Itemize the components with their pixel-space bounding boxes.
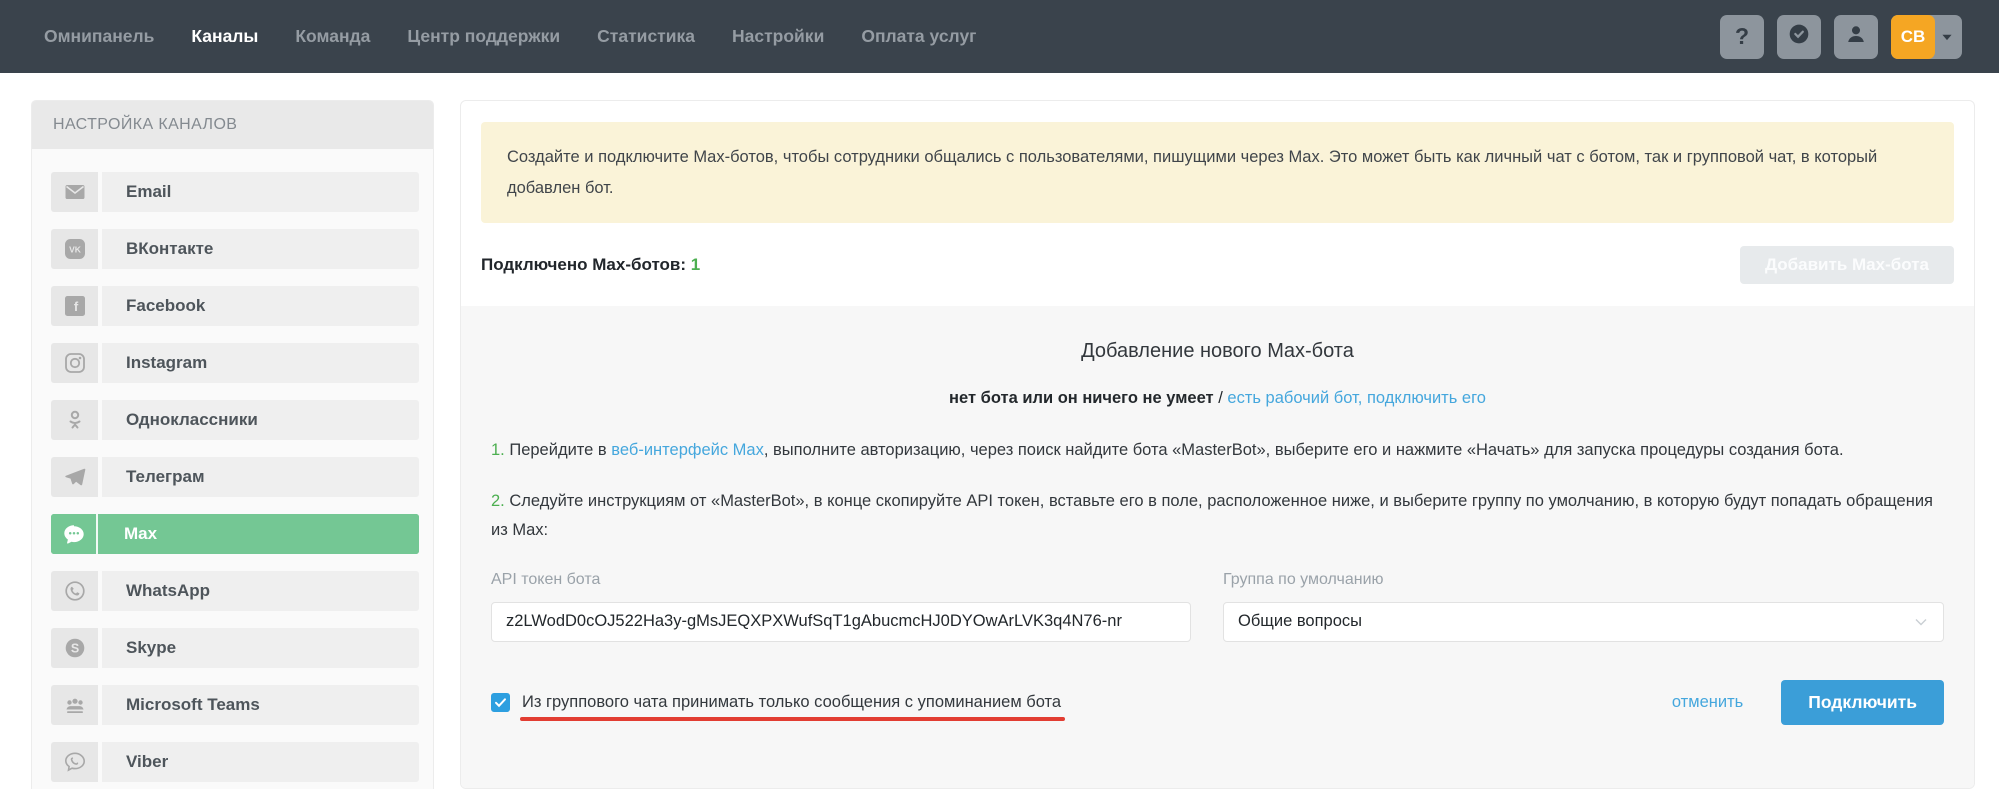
connect-button[interactable]: Подключить: [1781, 680, 1944, 725]
sidebar-item-telegram[interactable]: Телеграм: [51, 457, 419, 497]
instagram-icon: [51, 343, 98, 383]
max-web-interface-link[interactable]: веб-интерфейс Max: [611, 441, 764, 459]
api-token-field-group: API токен бота: [491, 571, 1191, 642]
form-title: Добавление нового Max-бота: [491, 340, 1944, 363]
sidebar-item-label: Телеграм: [102, 457, 419, 497]
api-token-label: API токен бота: [491, 571, 1191, 589]
sidebar-item-label: ВКонтакте: [102, 229, 419, 269]
nav-item-team[interactable]: Команда: [295, 26, 370, 47]
connected-bots-count: 1: [691, 255, 700, 274]
viber-icon: [51, 742, 98, 782]
step-1-instruction: 1. Перейдите в веб-интерфейс Max, выполн…: [491, 436, 1944, 465]
nav-item-omnipanel[interactable]: Омнипанель: [44, 26, 154, 47]
question-icon: ?: [1735, 23, 1749, 50]
default-group-label: Группа по умолчанию: [1223, 571, 1944, 589]
connected-bots-text: Подключено Max-ботов:: [481, 255, 691, 274]
sidebar-item-vkontakte[interactable]: VK ВКонтакте: [51, 229, 419, 269]
checkbox-checked-icon[interactable]: [491, 693, 510, 712]
svg-text:f: f: [73, 299, 78, 314]
chevron-down-icon: [1913, 614, 1929, 630]
top-nav-items: Омнипанель Каналы Команда Центр поддержк…: [44, 26, 976, 47]
mode-new-bot-label: нет бота или он ничего не умеет: [949, 389, 1214, 407]
sidebar-item-label: Skype: [102, 628, 419, 668]
default-group-field-group: Группа по умолчанию Общие вопросы: [1223, 571, 1944, 642]
sidebar-header: НАСТРОЙКА КАНАЛОВ: [32, 101, 433, 149]
nav-item-billing[interactable]: Оплата услуг: [861, 26, 976, 47]
sidebar-item-max[interactable]: Max: [51, 514, 419, 554]
profile-button[interactable]: [1834, 15, 1878, 59]
top-nav: Омнипанель Каналы Команда Центр поддержк…: [0, 0, 1999, 73]
channels-sidebar: НАСТРОЙКА КАНАЛОВ Email VK ВКонтакте f F…: [31, 100, 434, 789]
step-2-instruction: 2. Следуйте инструкциям от «MasterBot», …: [491, 487, 1944, 545]
facebook-icon: f: [51, 286, 98, 326]
default-group-select[interactable]: Общие вопросы: [1223, 602, 1944, 642]
step-1-number: 1.: [491, 441, 505, 459]
account-menu-button[interactable]: CB: [1891, 15, 1962, 59]
mode-separator: /: [1214, 389, 1228, 407]
sidebar-item-label: Microsoft Teams: [102, 685, 419, 725]
sidebar-item-label: WhatsApp: [102, 571, 419, 611]
form-actions: отменить Подключить: [1672, 680, 1944, 725]
verification-button[interactable]: [1777, 15, 1821, 59]
avatar: CB: [1891, 15, 1935, 59]
teams-icon: [51, 685, 98, 725]
sidebar-item-facebook[interactable]: f Facebook: [51, 286, 419, 326]
connected-bots-label: Подключено Max-ботов: 1: [481, 255, 700, 275]
nav-item-channels[interactable]: Каналы: [191, 26, 258, 47]
sidebar-item-whatsapp[interactable]: WhatsApp: [51, 571, 419, 611]
nav-item-statistics[interactable]: Статистика: [597, 26, 695, 47]
sidebar-item-label: Facebook: [102, 286, 419, 326]
sidebar-body: Email VK ВКонтакте f Facebook Instagram: [32, 149, 433, 789]
max-channel-panel: Создайте и подключите Max-ботов, чтобы с…: [460, 100, 1975, 789]
checkbox-label: Из группового чата принимать только сооб…: [522, 693, 1061, 711]
top-nav-right: ? CB: [1720, 15, 1962, 59]
whatsapp-icon: [51, 571, 98, 611]
mode-existing-bot-link[interactable]: есть рабочий бот, подключить его: [1227, 389, 1486, 407]
sidebar-item-instagram[interactable]: Instagram: [51, 343, 419, 383]
sidebar-item-label: Email: [102, 172, 419, 212]
sidebar-item-skype[interactable]: S Skype: [51, 628, 419, 668]
add-bot-form-section: Добавление нового Max-бота нет бота или …: [461, 306, 1974, 788]
group-chat-mentions-checkbox-row[interactable]: Из группового чата принимать только сооб…: [491, 693, 1061, 712]
sidebar-item-label: Одноклассники: [102, 400, 419, 440]
step-1-text-after: , выполните авторизацию, через поиск най…: [764, 441, 1844, 459]
nav-item-settings[interactable]: Настройки: [732, 26, 824, 47]
info-banner: Создайте и подключите Max-ботов, чтобы с…: [481, 122, 1954, 223]
sidebar-item-label: Instagram: [102, 343, 419, 383]
sidebar-item-microsoft-teams[interactable]: Microsoft Teams: [51, 685, 419, 725]
step-2-number: 2.: [491, 492, 505, 510]
sidebar-item-viber[interactable]: Viber: [51, 742, 419, 782]
chevron-down-icon: [1936, 26, 1958, 48]
vk-icon: VK: [51, 229, 98, 269]
checkbox-label-wrap: Из группового чата принимать только сооб…: [522, 693, 1061, 712]
skype-icon: S: [51, 628, 98, 668]
badge-check-icon: [1786, 21, 1812, 52]
nav-item-support-center[interactable]: Центр поддержки: [407, 26, 560, 47]
api-token-input[interactable]: [491, 602, 1191, 642]
step-1-text-before: Перейдите в: [505, 441, 612, 459]
max-icon: [51, 514, 98, 554]
odnoklassniki-icon: [51, 400, 98, 440]
form-footer-row: Из группового чата принимать только сооб…: [491, 680, 1944, 725]
sidebar-item-label: Max: [100, 514, 419, 554]
bot-mode-switcher: нет бота или он ничего не умеет / есть р…: [491, 389, 1944, 408]
svg-text:VK: VK: [69, 245, 82, 255]
help-button[interactable]: ?: [1720, 15, 1764, 59]
sidebar-item-label: Viber: [102, 742, 419, 782]
email-icon: [51, 172, 98, 212]
svg-text:S: S: [70, 642, 78, 656]
cancel-link[interactable]: отменить: [1672, 693, 1743, 712]
red-underline-annotation: [520, 717, 1065, 721]
step-2-text: Следуйте инструкциям от «MasterBot», в к…: [491, 492, 1933, 539]
add-max-bot-button[interactable]: Добавить Max-бота: [1740, 246, 1954, 284]
form-fields-row: API токен бота Группа по умолчанию Общие…: [491, 571, 1944, 642]
sidebar-item-odnoklassniki[interactable]: Одноклассники: [51, 400, 419, 440]
sidebar-item-email[interactable]: Email: [51, 172, 419, 212]
person-icon: [1843, 21, 1869, 52]
default-group-selected-value: Общие вопросы: [1238, 612, 1362, 631]
connected-row: Подключено Max-ботов: 1 Добавить Max-бот…: [481, 246, 1954, 284]
telegram-icon: [51, 457, 98, 497]
content-area: НАСТРОЙКА КАНАЛОВ Email VK ВКонтакте f F…: [0, 73, 1999, 789]
